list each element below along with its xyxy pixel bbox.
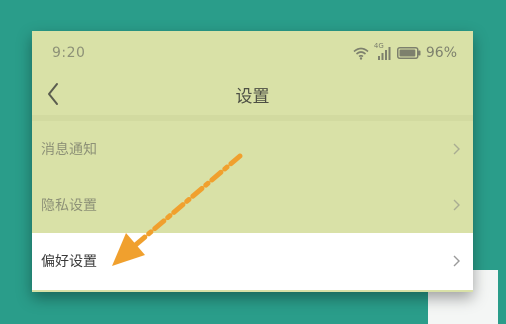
chevron-right-icon [453,143,460,155]
wifi-icon [353,47,369,60]
settings-item-label: 消息通知 [41,142,97,158]
cellular-signal-icon: 4G [374,42,392,60]
status-icons: 4G 96% [353,42,457,62]
navigation-bar: 设置 [32,73,473,115]
status-bar: 9:20 4G 96% [32,31,473,73]
battery-percentage: 96% [425,45,457,61]
status-time: 9:20 [52,45,86,61]
battery-icon [396,47,421,59]
chevron-right-icon [453,199,460,211]
chevron-right-icon [453,255,460,267]
settings-item-label: 偏好设置 [41,254,97,270]
settings-item-privacy[interactable]: 隐私设置 [32,177,473,233]
page-title: 设置 [235,87,270,107]
phone-screen: 9:20 4G 96% 设置 消息通知 隐私设置 偏好设置 [32,31,473,292]
settings-item-preferences[interactable]: 偏好设置 [32,233,473,290]
settings-item-message-notifications[interactable]: 消息通知 [32,121,473,177]
settings-list: 消息通知 隐私设置 偏好设置 [32,121,473,290]
settings-item-label: 隐私设置 [41,198,97,214]
